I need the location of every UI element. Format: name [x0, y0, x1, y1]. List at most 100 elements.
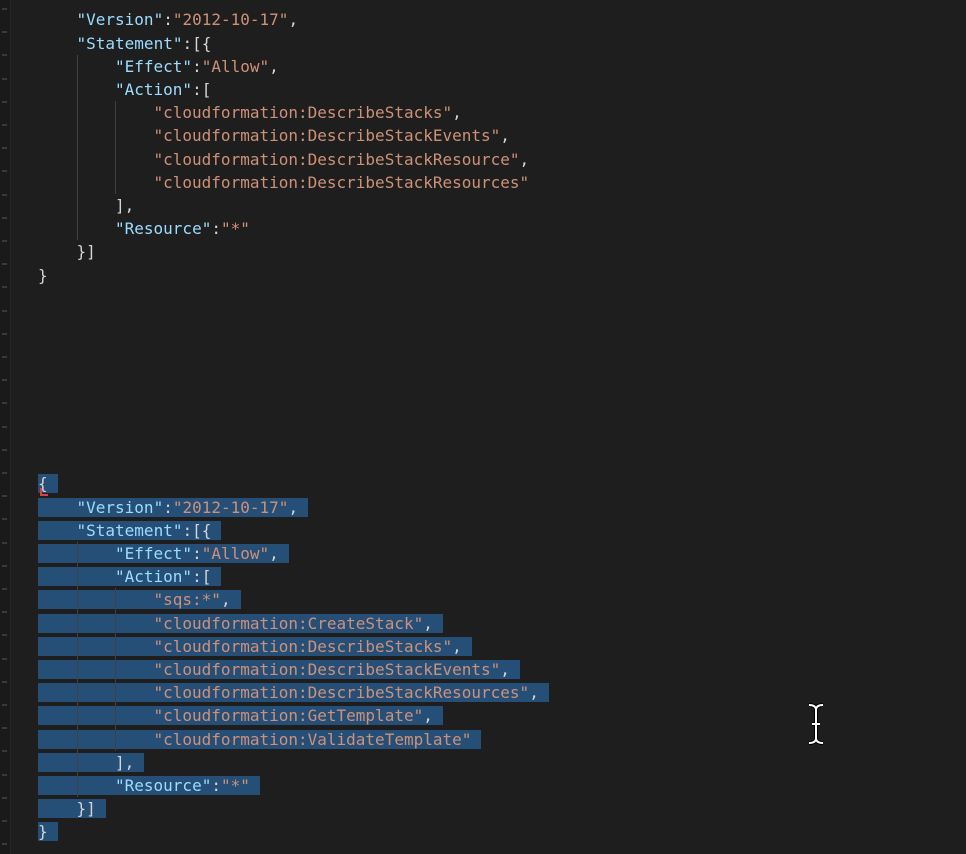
json-key: "Action" — [115, 80, 193, 99]
json-string: "*" — [220, 219, 250, 239]
gutter-tick — [2, 54, 7, 57]
code-text: "cloudformation:DescribeStackResources" — [38, 172, 530, 192]
code-line[interactable]: "sqs:*", — [38, 588, 241, 611]
json-punctuation: :[ — [192, 80, 212, 99]
code-line[interactable]: } — [38, 820, 58, 843]
json-punctuation: , — [452, 103, 462, 123]
code-line[interactable]: }] — [38, 240, 96, 263]
json-string: "cloudformation:DescribeStacks" — [153, 103, 453, 123]
json-punctuation: :[ — [192, 567, 212, 587]
code-line[interactable]: "cloudformation:DescribeStackResource", — [38, 148, 530, 171]
indent-guide — [115, 147, 116, 171]
indent-guide — [115, 611, 116, 635]
json-string: "cloudformation:GetTemplate" — [153, 706, 424, 726]
code-line[interactable]: "cloudformation:DescribeStackEvents", — [38, 124, 510, 147]
code-line[interactable]: "Action":[ — [38, 565, 222, 588]
code-line[interactable]: "Statement":[{ — [38, 32, 212, 55]
code-line[interactable]: }] — [38, 797, 106, 820]
gutter-tick — [2, 100, 7, 103]
json-punctuation: , — [423, 706, 433, 726]
gutter-tick — [2, 77, 7, 80]
gutter-tick — [2, 147, 7, 150]
code-text: }] — [38, 242, 96, 261]
json-string: "Allow" — [201, 544, 270, 563]
code-editor[interactable]: "Version":"2012-10-17", "Statement":[{"Ef… — [0, 0, 966, 854]
code-line[interactable]: "Action":[ — [38, 78, 211, 101]
code-line[interactable]: ], — [38, 751, 145, 774]
json-punctuation: , — [269, 56, 279, 76]
selection-highlight: "Version":"2012-10-17", — [38, 497, 309, 517]
indent-guide — [76, 774, 78, 798]
code-line[interactable]: "Version":"2012-10-17", — [38, 8, 299, 31]
indent-guide — [76, 170, 78, 194]
indent-guide — [76, 611, 78, 635]
indent-guide — [76, 727, 78, 751]
code-line[interactable]: "cloudformation:CreateStack", — [38, 612, 443, 635]
indent-guide — [115, 681, 116, 705]
selection-highlight: }] — [38, 799, 106, 819]
indent-guide — [76, 54, 78, 78]
code-line[interactable]: "cloudformation:DescribeStacks", — [38, 101, 462, 124]
json-punctuation: : — [211, 219, 221, 239]
code-line[interactable]: "cloudformation:DescribeStackEvents", — [38, 658, 520, 681]
code-text: "cloudformation:DescribeStacks", — [38, 103, 462, 122]
code-line[interactable]: "cloudformation:ValidateTemplate" — [38, 728, 482, 751]
code-line[interactable]: "Resource":"*" — [38, 774, 260, 797]
json-key: "Resource" — [115, 776, 212, 795]
json-punctuation: , — [519, 149, 530, 169]
indent-guide — [115, 170, 116, 194]
code-line[interactable]: "Statement":[{ — [38, 519, 222, 542]
gutter-tick — [2, 611, 7, 614]
code-line[interactable]: "Effect":"Allow", — [38, 55, 279, 78]
json-key: "Effect" — [115, 544, 193, 563]
code-line[interactable]: "cloudformation:GetTemplate", — [38, 704, 443, 727]
json-punctuation: , — [269, 544, 279, 563]
indent-guide — [76, 658, 78, 682]
gutter-tick — [2, 680, 7, 683]
indent-guide — [76, 147, 78, 171]
indent-guide — [76, 750, 78, 774]
gutter-tick — [2, 495, 7, 498]
json-string: "2012-10-17" — [172, 10, 289, 30]
gutter-tick — [2, 657, 7, 660]
json-punctuation: : — [163, 497, 173, 517]
json-punctuation: , — [288, 497, 299, 517]
gutter-tick — [2, 727, 7, 730]
json-punctuation: ], — [115, 196, 135, 215]
code-line[interactable]: "Resource":"*" — [38, 217, 250, 240]
gutter-tick — [2, 843, 7, 846]
code-text: "Statement":[{ — [38, 34, 212, 53]
code-text: "Effect":"Allow", — [38, 57, 279, 76]
json-punctuation: : — [211, 776, 221, 795]
code-line[interactable]: "cloudformation:DescribeStackResources" — [38, 171, 530, 194]
gutter-tick — [2, 402, 7, 405]
code-line[interactable]: "cloudformation:DescribeStacks", — [38, 635, 472, 658]
code-line[interactable]: } — [38, 264, 48, 287]
json-string: "cloudformation:DescribeStackResources" — [153, 683, 530, 703]
json-string: "cloudformation:DescribeStackResources" — [153, 172, 530, 192]
gutter-tick — [2, 240, 7, 242]
indent-guide — [115, 658, 116, 682]
code-line[interactable]: ], — [38, 194, 134, 217]
selection-highlight: "cloudformation:ValidateTemplate" — [38, 729, 482, 749]
json-string: "2012-10-17" — [172, 497, 289, 517]
selection-highlight: "cloudformation:GetTemplate", — [38, 706, 443, 726]
json-key: "Effect" — [115, 56, 193, 76]
json-string: "sqs:*" — [153, 590, 221, 610]
json-string: "cloudformation:ValidateTemplate" — [153, 729, 472, 749]
gutter-tick — [2, 564, 7, 567]
json-key: "Resource" — [115, 219, 212, 239]
json-string: "cloudformation:DescribeStackResource" — [153, 149, 520, 169]
gutter-tick — [2, 309, 7, 312]
code-line[interactable]: "Version":"2012-10-17", — [38, 496, 309, 519]
gutter-tick — [2, 820, 7, 822]
json-punctuation: ], — [115, 752, 135, 772]
indent-guide — [76, 588, 78, 612]
gutter-tick — [2, 31, 7, 34]
json-punctuation: , — [423, 613, 433, 633]
json-string: "cloudformation:DescribeStackEvents" — [153, 660, 501, 679]
gutter-tick — [2, 286, 7, 289]
code-text: "Version":"2012-10-17", — [38, 10, 299, 30]
selection-highlight: } — [38, 822, 58, 842]
json-punctuation: : — [163, 10, 173, 30]
